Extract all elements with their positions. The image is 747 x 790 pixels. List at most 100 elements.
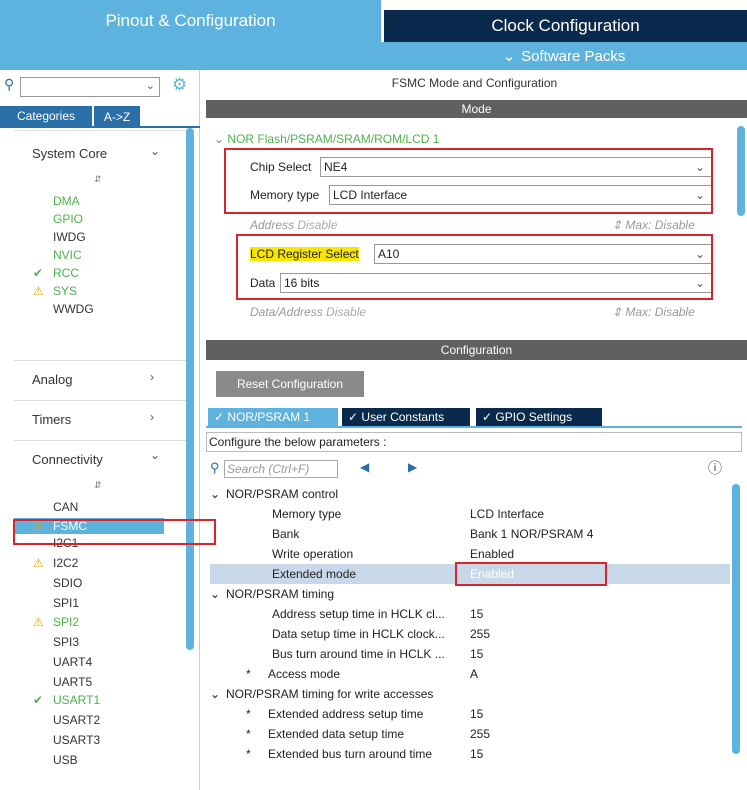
chevron-down-icon[interactable]: ⌄ (214, 132, 224, 146)
param-row[interactable]: Bank Bank 1 NOR/PSRAM 4 (210, 524, 730, 544)
list-item-usart3[interactable]: USART3 (53, 733, 100, 747)
param-row[interactable]: * Access mode A (210, 664, 730, 684)
chevron-right-icon[interactable]: › (150, 410, 154, 424)
list-item-spi1[interactable]: SPI1 (53, 596, 79, 610)
tree-header-label: NOR/PSRAM timing for write accesses (226, 687, 434, 701)
list-item-usart2[interactable]: USART2 (53, 713, 100, 727)
tab-clock-configuration[interactable]: Clock Configuration (384, 10, 747, 42)
gear-icon[interactable]: ⚙ (172, 75, 187, 95)
tab-categories[interactable]: Categories (0, 106, 92, 126)
parameter-search-input[interactable]: Search (Ctrl+F) (224, 460, 338, 478)
param-value: 15 (470, 607, 484, 621)
scrollbar[interactable] (186, 128, 194, 650)
group-system-core[interactable]: System Core (32, 146, 107, 161)
list-item-nvic[interactable]: NVIC (53, 248, 82, 262)
tree-header-label: NOR/PSRAM timing (226, 587, 335, 601)
group-timers[interactable]: Timers (32, 412, 71, 427)
param-name: Bank (272, 527, 300, 541)
required-marker: * (246, 727, 251, 741)
tree-header-control[interactable]: ⌄ NOR/PSRAM control (210, 484, 730, 504)
param-name: Write operation (272, 547, 354, 561)
data-address-max: ⇕ Max: Disable (612, 305, 695, 319)
list-item-i2c2[interactable]: I2C2 (53, 556, 78, 570)
list-item-iwdg[interactable]: IWDG (53, 230, 86, 244)
sort-icon[interactable]: ⇵ (94, 174, 102, 185)
nor-section-toggle[interactable]: ⌄ NOR Flash/PSRAM/SRAM/ROM/LCD 1 (214, 132, 439, 146)
param-row[interactable]: Bus turn around time in HCLK ... 15 (210, 644, 730, 664)
list-item-gpio[interactable]: GPIO (53, 212, 83, 226)
tab-label: GPIO Settings (495, 410, 573, 424)
param-name: Extended address setup time (268, 707, 424, 721)
list-item-spi2[interactable]: SPI2 (53, 615, 79, 629)
tab-underline (206, 426, 742, 428)
param-name: Address setup time in HCLK cl... (272, 607, 445, 621)
configuration-section-header: Configuration (206, 340, 747, 360)
reset-configuration-button[interactable]: Reset Configuration (216, 371, 364, 397)
spinner-icon[interactable]: ⇕ (612, 305, 622, 319)
tab-user-constants[interactable]: ✓ User Constants (342, 408, 470, 426)
scrollbar[interactable] (737, 126, 745, 216)
param-value: 15 (470, 747, 484, 761)
list-item-dma[interactable]: DMA (53, 194, 80, 208)
annotation-box-extended-mode (455, 562, 607, 586)
previous-icon[interactable]: ◀ (360, 460, 369, 474)
tab-label: User Constants (361, 410, 445, 424)
divider (14, 360, 186, 361)
software-packs-menu[interactable]: ⌄ Software Packs (381, 42, 747, 70)
param-name: Extended bus turn around time (268, 747, 433, 761)
list-item-uart4[interactable]: UART4 (53, 655, 92, 669)
param-row[interactable]: * Extended address setup time 15 (210, 704, 730, 724)
category-search-input[interactable]: ⌄ (20, 77, 160, 97)
chevron-down-icon: ⌄ (502, 48, 516, 65)
chevron-down-icon[interactable]: ⌄ (150, 144, 160, 158)
tab-pinout-configuration[interactable]: Pinout & Configuration (0, 0, 381, 42)
next-icon[interactable]: ▶ (408, 460, 417, 474)
chevron-down-icon[interactable]: ⌄ (150, 448, 160, 462)
tree-header-write-timing[interactable]: ⌄ NOR/PSRAM timing for write accesses (210, 684, 730, 704)
chevron-down-icon[interactable]: ⌄ (210, 684, 220, 704)
chevron-right-icon[interactable]: › (150, 370, 154, 384)
list-item-sys[interactable]: SYS (53, 284, 77, 298)
list-item-spi3[interactable]: SPI3 (53, 635, 79, 649)
list-item-rcc[interactable]: RCC (53, 266, 79, 280)
search-placeholder: Search (Ctrl+F) (227, 462, 310, 476)
chevron-down-icon[interactable]: ⌄ (146, 79, 155, 92)
address-value: Disable (297, 218, 338, 232)
list-item-usb[interactable]: USB (53, 753, 78, 767)
param-row[interactable]: * Extended data setup time 255 (210, 724, 730, 744)
list-item-wwdg[interactable]: WWDG (53, 302, 94, 316)
list-item-can[interactable]: CAN (53, 500, 78, 514)
param-name: Data setup time in HCLK clock... (272, 627, 445, 641)
param-row[interactable]: Memory type LCD Interface (210, 504, 730, 524)
data-address-label-text: Data/Address (250, 305, 323, 319)
list-item-sdio[interactable]: SDIO (53, 576, 82, 590)
spinner-icon[interactable]: ⇕ (612, 218, 622, 232)
check-circle-icon: ✓ (348, 410, 359, 424)
check-circle-icon: ✓ (214, 410, 225, 424)
scrollbar[interactable] (732, 484, 740, 754)
tree-header-timing[interactable]: ⌄ NOR/PSRAM timing (210, 584, 730, 604)
group-connectivity[interactable]: Connectivity (32, 452, 103, 467)
param-value: 15 (470, 707, 484, 721)
sort-icon[interactable]: ⇵ (94, 480, 102, 491)
tab-a-z[interactable]: A->Z (94, 106, 140, 126)
list-item-uart5[interactable]: UART5 (53, 675, 92, 689)
param-row[interactable]: * Extended bus turn around time 15 (210, 744, 730, 764)
param-row[interactable]: Data setup time in HCLK clock... 255 (210, 624, 730, 644)
software-packs-label: Software Packs (521, 47, 626, 65)
param-value: 15 (470, 647, 484, 661)
tab-nor-psram-1[interactable]: ✓ NOR/PSRAM 1 (208, 408, 338, 426)
chevron-down-icon[interactable]: ⌄ (210, 584, 220, 604)
required-marker: * (246, 707, 251, 721)
tab-gpio-settings[interactable]: ✓ GPIO Settings (476, 408, 602, 426)
list-item-usart1[interactable]: USART1 (53, 693, 100, 707)
param-name: Extended data setup time (268, 727, 405, 741)
param-value: 255 (470, 727, 491, 741)
info-icon[interactable]: ⓘ (708, 458, 722, 478)
param-row[interactable]: Address setup time in HCLK cl... 15 (210, 604, 730, 624)
address-label-text: Address (250, 218, 295, 232)
chevron-down-icon[interactable]: ⌄ (210, 484, 220, 504)
group-analog[interactable]: Analog (32, 372, 72, 387)
required-marker: * (246, 667, 251, 681)
param-row[interactable]: Write operation Enabled (210, 544, 730, 564)
